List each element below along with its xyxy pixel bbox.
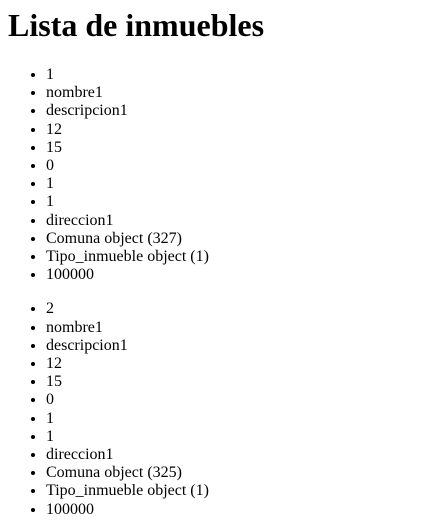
list-item: Tipo_inmueble object (1) xyxy=(46,482,416,500)
inmueble-list-2: 2 nombre1 descripcion1 12 15 0 1 1 direc… xyxy=(8,300,416,518)
list-item: 15 xyxy=(46,139,416,157)
list-item: 0 xyxy=(46,157,416,175)
list-item: 15 xyxy=(46,373,416,391)
list-item: Comuna object (327) xyxy=(46,230,416,248)
list-item: 12 xyxy=(46,121,416,139)
list-item: Tipo_inmueble object (1) xyxy=(46,248,416,266)
page-title: Lista de inmuebles xyxy=(8,7,265,43)
list-item: nombre1 xyxy=(46,319,416,337)
list-item: 1 xyxy=(46,175,416,193)
inmueble-list-1: 1 nombre1 descripcion1 12 15 0 1 1 direc… xyxy=(8,66,416,284)
list-item: nombre1 xyxy=(46,84,416,102)
list-item: descripcion1 xyxy=(46,102,416,120)
list-item: descripcion1 xyxy=(46,337,416,355)
list-item: 1 xyxy=(46,66,416,84)
list-item: 1 xyxy=(46,193,416,211)
list-item: Comuna object (325) xyxy=(46,464,416,482)
list-item: 1 xyxy=(46,410,416,428)
list-item: 100000 xyxy=(46,501,416,519)
list-item: 12 xyxy=(46,355,416,373)
list-item: direccion1 xyxy=(46,446,416,464)
list-item: direccion1 xyxy=(46,212,416,230)
list-item: 100000 xyxy=(46,266,416,284)
list-item: 1 xyxy=(46,428,416,446)
list-item: 0 xyxy=(46,391,416,409)
list-item: 2 xyxy=(46,300,416,318)
